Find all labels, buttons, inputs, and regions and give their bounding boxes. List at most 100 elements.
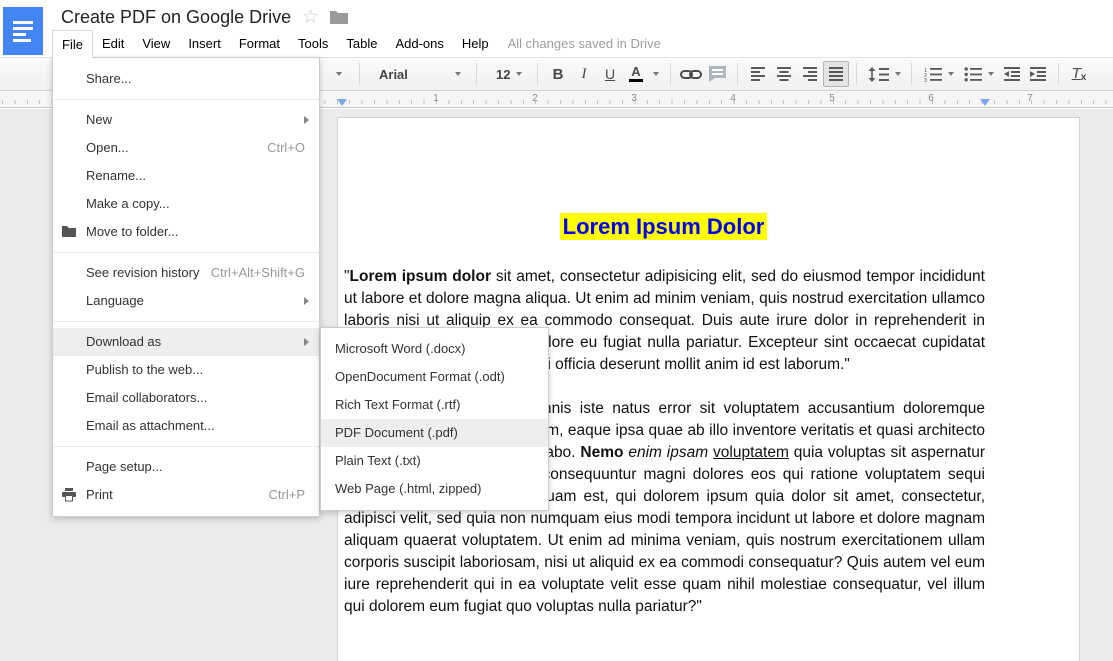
- numbered-list-icon: 123: [924, 67, 943, 82]
- submenu-item-html-zipped[interactable]: Web Page (.html, zipped): [321, 475, 548, 503]
- align-right-button[interactable]: [797, 61, 823, 87]
- numbered-list-button[interactable]: 123: [919, 61, 959, 87]
- toolbar-separator: [670, 63, 671, 85]
- font-family-value: Arial: [379, 67, 408, 82]
- submenu-item-odt[interactable]: OpenDocument Format (.odt): [321, 363, 548, 391]
- ruler-number: 6: [928, 93, 934, 104]
- increase-indent-icon: [1030, 67, 1046, 81]
- chevron-down-icon: [948, 72, 954, 76]
- link-icon: [680, 68, 702, 81]
- menu-item-publish-to-the-web[interactable]: Publish to the web...: [53, 356, 319, 384]
- menu-item-download-as[interactable]: Download as: [53, 328, 319, 356]
- align-center-icon: [776, 67, 792, 81]
- submenu-item-pdf[interactable]: PDF Document (.pdf): [321, 419, 548, 447]
- ruler-number: 2: [532, 93, 538, 104]
- toolbar-separator: [476, 63, 477, 85]
- menu-item-see-revision-history[interactable]: See revision historyCtrl+Alt+Shift+G: [53, 259, 319, 287]
- styles-dropdown-caret[interactable]: [326, 61, 352, 87]
- menu-divider: [53, 252, 319, 253]
- text-color-icon: A: [629, 66, 643, 82]
- submenu-arrow-icon: [304, 116, 309, 124]
- menu-tools[interactable]: Tools: [289, 30, 337, 57]
- menu-insert[interactable]: Insert: [179, 30, 230, 57]
- menu-divider: [53, 321, 319, 322]
- align-center-button[interactable]: [771, 61, 797, 87]
- ruler-number: 3: [631, 93, 637, 104]
- menu-file[interactable]: File: [52, 30, 93, 58]
- right-indent-marker[interactable]: [980, 99, 990, 106]
- chevron-down-icon: [336, 72, 342, 76]
- document-title[interactable]: Create PDF on Google Drive: [61, 7, 291, 28]
- chevron-down-icon: [516, 72, 522, 76]
- submenu-item-rtf[interactable]: Rich Text Format (.rtf): [321, 391, 548, 419]
- increase-indent-button[interactable]: [1025, 61, 1051, 87]
- bold-button[interactable]: B: [545, 61, 571, 87]
- menu-item-email-collaborators[interactable]: Email collaborators...: [53, 384, 319, 412]
- underline-icon: U: [605, 66, 615, 82]
- text-color-caret[interactable]: [649, 61, 663, 87]
- menu-divider: [53, 99, 319, 100]
- align-left-button[interactable]: [745, 61, 771, 87]
- insert-comment-button[interactable]: [704, 61, 730, 87]
- menu-addons[interactable]: Add-ons: [386, 30, 452, 57]
- document-heading: Lorem Ipsum Dolor: [344, 214, 983, 240]
- toolbar-separator: [1058, 63, 1059, 85]
- line-spacing-button[interactable]: [864, 61, 904, 87]
- menu-item-email-as-attachment[interactable]: Email as attachment...: [53, 412, 319, 440]
- move-to-folder-icon[interactable]: [330, 10, 348, 29]
- underline-button[interactable]: U: [597, 61, 623, 87]
- logo-line: [13, 33, 26, 36]
- line-spacing-icon: [868, 67, 890, 82]
- menu-item-move-to-folder[interactable]: Move to folder...: [53, 218, 319, 246]
- folder-icon: [62, 225, 76, 237]
- submenu-arrow-icon: [304, 297, 309, 305]
- chevron-down-icon: [988, 72, 994, 76]
- toolbar-separator: [537, 63, 538, 85]
- bulleted-list-icon: [964, 67, 983, 82]
- clear-formatting-button[interactable]: Tx: [1066, 61, 1092, 87]
- italic-button[interactable]: I: [571, 61, 597, 87]
- menu-item-rename[interactable]: Rename...: [53, 162, 319, 190]
- logo-line: [13, 27, 33, 30]
- ruler-number: 4: [730, 93, 736, 104]
- menu-item-make-a-copy[interactable]: Make a copy...: [53, 190, 319, 218]
- comment-icon: [709, 66, 726, 82]
- menu-item-share[interactable]: Share...: [53, 65, 319, 93]
- logo-line: [13, 21, 33, 24]
- save-status: All changes saved in Drive: [498, 30, 661, 57]
- menu-item-page-setup[interactable]: Page setup...: [53, 453, 319, 481]
- ruler-number: 1: [433, 93, 439, 104]
- menu-edit[interactable]: Edit: [93, 30, 133, 57]
- text-color-button[interactable]: A: [623, 61, 649, 87]
- menu-item-new[interactable]: New: [53, 106, 319, 134]
- menu-table[interactable]: Table: [337, 30, 386, 57]
- menu-format[interactable]: Format: [230, 30, 289, 57]
- menu-item-open[interactable]: Open...Ctrl+O: [53, 134, 319, 162]
- chevron-down-icon: [895, 72, 901, 76]
- decrease-indent-icon: [1004, 67, 1020, 81]
- bulleted-list-button[interactable]: [959, 61, 999, 87]
- menu-help[interactable]: Help: [453, 30, 498, 57]
- star-icon[interactable]: ☆: [302, 6, 319, 29]
- download-as-submenu: Microsoft Word (.docx) OpenDocument Form…: [320, 327, 549, 511]
- logo-line: [13, 39, 31, 42]
- menu-view[interactable]: View: [133, 30, 179, 57]
- font-family-select[interactable]: Arial: [367, 61, 469, 87]
- menu-divider: [53, 446, 319, 447]
- submenu-item-docx[interactable]: Microsoft Word (.docx): [321, 335, 548, 363]
- menu-item-print[interactable]: PrintCtrl+P: [53, 481, 319, 509]
- insert-link-button[interactable]: [678, 61, 704, 87]
- align-justify-button[interactable]: [823, 61, 849, 87]
- italic-icon: I: [582, 66, 587, 83]
- menu-item-language[interactable]: Language: [53, 287, 319, 315]
- highlighted-heading-text: Lorem Ipsum Dolor: [560, 213, 768, 240]
- align-left-icon: [750, 67, 766, 81]
- font-size-value: 12: [496, 67, 510, 82]
- ruler-number: 5: [829, 93, 835, 104]
- submenu-item-txt[interactable]: Plain Text (.txt): [321, 447, 548, 475]
- docs-logo[interactable]: [3, 7, 43, 55]
- left-indent-marker[interactable]: [337, 99, 347, 106]
- font-size-select[interactable]: 12: [484, 61, 530, 87]
- decrease-indent-button[interactable]: [999, 61, 1025, 87]
- menubar: File Edit View Insert Format Tools Table…: [52, 30, 661, 57]
